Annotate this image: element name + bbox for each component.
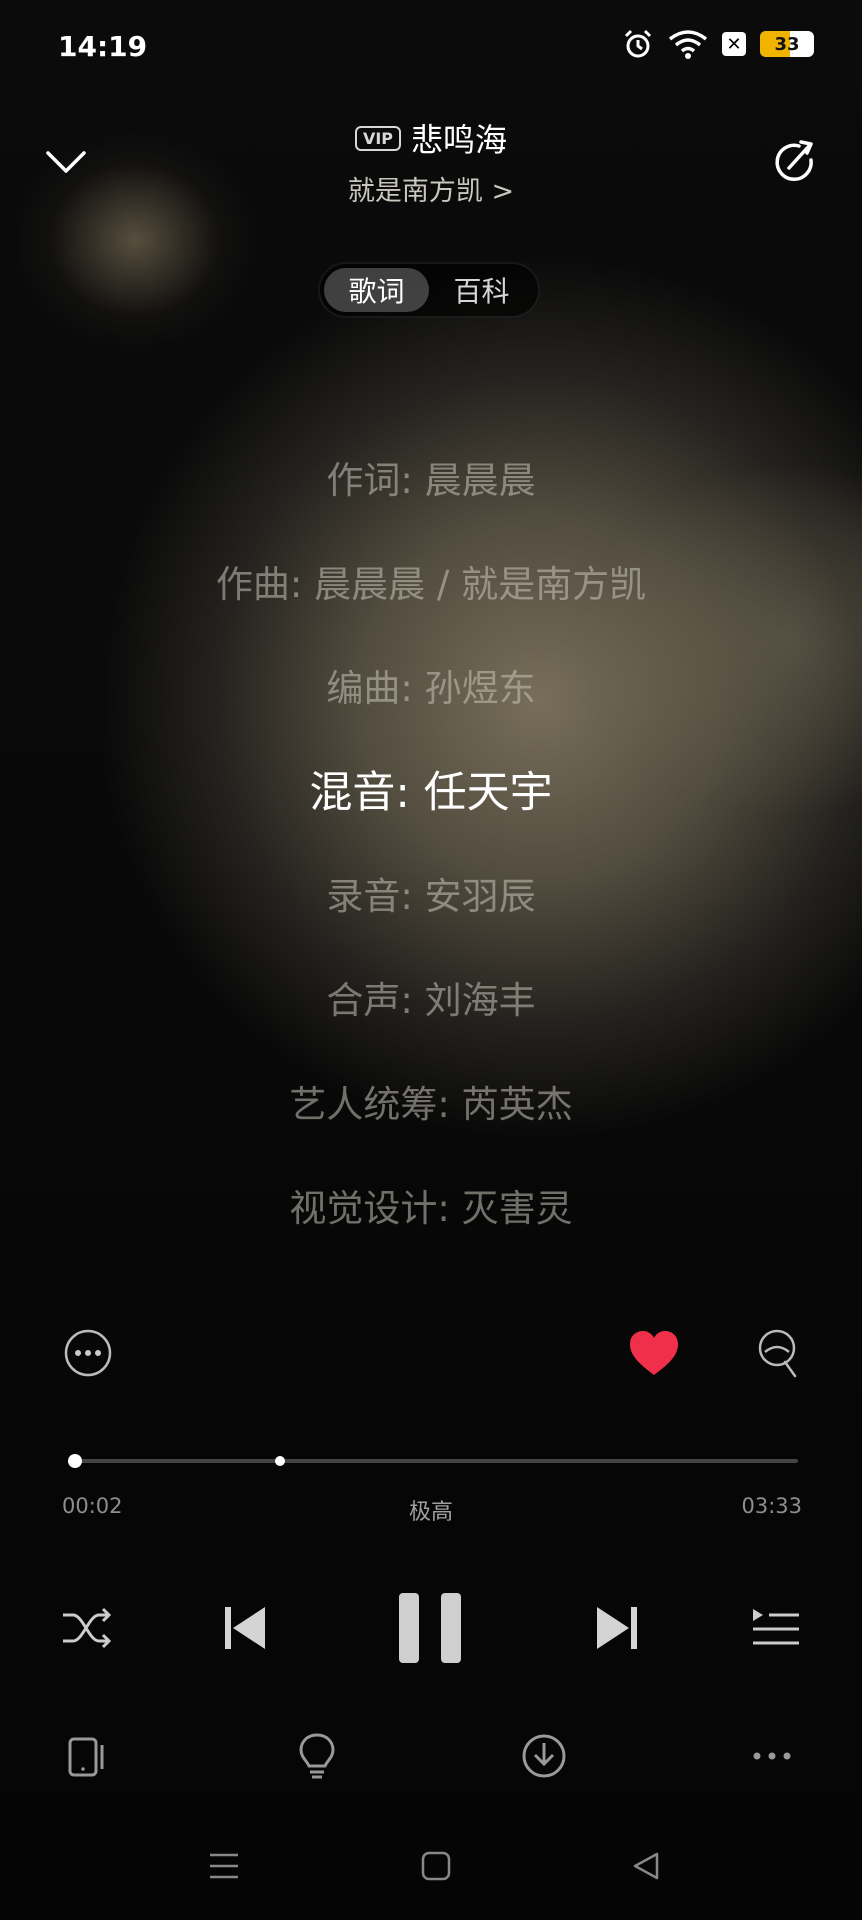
nav-home-button[interactable] bbox=[418, 1848, 454, 1884]
nav-back-button[interactable] bbox=[628, 1848, 664, 1884]
comment-button[interactable] bbox=[752, 1327, 806, 1381]
song-header: VIP 悲鸣海 就是南方凯 > bbox=[0, 115, 862, 208]
lyric-line[interactable]: 作曲: 晨晨晨 / 就是南方凯 bbox=[0, 554, 862, 608]
lyric-line[interactable]: 艺人统筹: 芮英杰 bbox=[0, 1074, 862, 1128]
lightbulb-button[interactable] bbox=[294, 1730, 340, 1782]
back-icon bbox=[633, 1852, 659, 1880]
lyric-line[interactable]: 作词: 晨晨晨 bbox=[0, 450, 862, 504]
progress-track[interactable] bbox=[68, 1459, 798, 1463]
device-button[interactable] bbox=[64, 1732, 112, 1782]
lyric-line[interactable]: 合声: 刘海丰 bbox=[0, 970, 862, 1024]
download-icon bbox=[522, 1734, 566, 1778]
tab-lyrics[interactable]: 歌词 bbox=[324, 268, 429, 312]
shuffle-button[interactable] bbox=[56, 1600, 116, 1656]
more-circle-icon bbox=[64, 1329, 112, 1377]
lyric-line-current[interactable]: 混音: 任天宇 bbox=[0, 758, 862, 820]
status-time: 14:19 bbox=[58, 30, 148, 63]
tab-wiki[interactable]: 百科 bbox=[429, 268, 534, 312]
title-row: VIP 悲鸣海 bbox=[0, 115, 862, 161]
share-icon bbox=[775, 140, 813, 182]
quality-label[interactable]: 极高 bbox=[0, 1494, 862, 1526]
sim-x-icon: ✕ bbox=[722, 32, 746, 56]
wifi-icon bbox=[668, 30, 708, 59]
pause-button[interactable] bbox=[396, 1588, 464, 1668]
buffer-marker bbox=[274, 1456, 285, 1466]
next-button[interactable] bbox=[590, 1600, 642, 1656]
share-button[interactable] bbox=[770, 137, 822, 189]
total-time: 03:33 bbox=[741, 1494, 802, 1518]
alarm-icon bbox=[624, 29, 652, 58]
next-icon bbox=[597, 1607, 637, 1649]
home-icon bbox=[421, 1851, 451, 1881]
shuffle-icon bbox=[63, 1607, 112, 1649]
battery-icon: 33 bbox=[760, 31, 814, 57]
battery-level: 33 bbox=[774, 33, 800, 55]
more-dots-icon bbox=[753, 1752, 791, 1760]
player-screen: 14:19 ✕ 33 VIP 悲鸣海 就是南方凯 > 歌词 百科 作词: 晨晨晨… bbox=[0, 0, 862, 1920]
playlist-icon bbox=[753, 1609, 799, 1645]
song-title: 悲鸣海 bbox=[411, 121, 508, 159]
more-options-button[interactable] bbox=[62, 1327, 114, 1379]
heart-icon bbox=[630, 1331, 678, 1375]
lyric-line[interactable]: 编曲: 孙煜东 bbox=[0, 658, 862, 712]
lyric-line[interactable]: 视觉设计: 灭害灵 bbox=[0, 1178, 862, 1232]
pause-icon bbox=[399, 1593, 461, 1663]
previous-button[interactable] bbox=[220, 1600, 272, 1656]
view-tabs: 歌词 百科 bbox=[318, 262, 540, 318]
comment-icon bbox=[758, 1329, 797, 1378]
download-button[interactable] bbox=[520, 1730, 568, 1782]
menu-icon bbox=[210, 1853, 238, 1879]
playlist-button[interactable] bbox=[748, 1600, 804, 1656]
previous-icon bbox=[225, 1607, 265, 1649]
device-icon bbox=[68, 1737, 104, 1777]
lightbulb-icon bbox=[299, 1733, 335, 1779]
more-tools-button[interactable] bbox=[748, 1740, 796, 1772]
progress-knob[interactable] bbox=[68, 1454, 83, 1468]
status-icons: ✕ 33 bbox=[622, 28, 814, 60]
vip-badge: VIP bbox=[354, 125, 402, 151]
nav-menu-button[interactable] bbox=[204, 1848, 244, 1884]
artist-link[interactable]: 就是南方凯 > bbox=[348, 169, 514, 208]
like-button[interactable] bbox=[626, 1325, 682, 1381]
lyric-line[interactable]: 录音: 安羽辰 bbox=[0, 866, 862, 920]
